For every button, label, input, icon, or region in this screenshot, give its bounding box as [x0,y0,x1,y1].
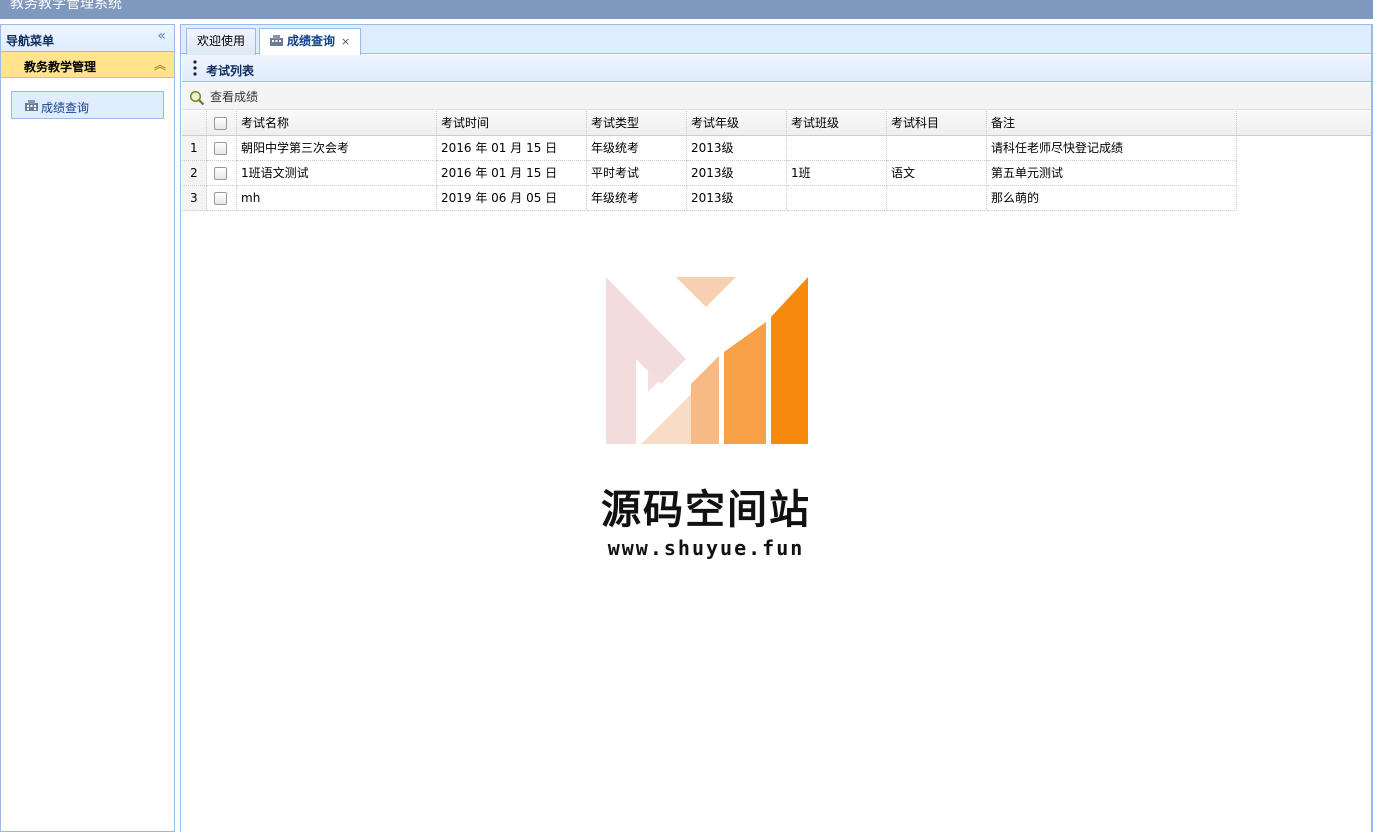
app-title: 教务教学管理系统 [10,0,122,12]
exam-time: 2016 年 01 月 15 日 [437,136,587,161]
row-number: 2 [182,161,207,186]
exam-subject: 语文 [887,161,987,186]
row-select-cell [207,186,237,211]
content-area: 欢迎使用 成绩查询 × 考试列表 查看成绩 考试名称 考试时间 考试类型 考试年… [180,24,1373,832]
exam-name: 1班语文测试 [237,161,437,186]
row-checkbox[interactable] [214,142,227,155]
watermark-url: www.shuyue.fun [607,536,805,560]
column-header[interactable]: 考试科目 [887,111,987,136]
rownum-header [182,111,207,136]
exam-class: 1班 [787,161,887,186]
row-select-cell [207,136,237,161]
search-icon [189,90,205,106]
tab-label: 欢迎使用 [197,34,246,48]
watermark-logo: 源码空间站 www.shuyue.fun [581,274,841,564]
row-number: 1 [182,136,207,161]
more-vertical-icon [193,60,197,76]
exam-class [787,136,887,161]
row-number: 3 [182,186,207,211]
column-header[interactable]: 备注 [987,111,1237,136]
tab-welcome[interactable]: 欢迎使用 [186,28,257,55]
app-header: 教务教学管理系统 [0,0,1373,19]
exam-grade: 2013级 [687,161,787,186]
column-header[interactable]: 考试班级 [787,111,887,136]
column-header[interactable]: 考试时间 [437,111,587,136]
column-header[interactable]: 考试类型 [587,111,687,136]
building-icon [270,35,283,46]
view-scores-button[interactable]: 查看成绩 [189,87,258,107]
sidebar-item-label: 成绩查询 [41,101,90,115]
tab-label: 成绩查询 [287,34,336,48]
watermark-title: 源码空间站 [601,487,811,533]
exam-grade: 2013级 [687,136,787,161]
exam-time: 2019 年 06 月 05 日 [437,186,587,211]
exam-grade: 2013级 [687,186,787,211]
exam-note: 第五单元测试 [987,161,1237,186]
exam-subject [887,136,987,161]
grid-toolbar: 查看成绩 [182,83,1373,110]
collapse-left-icon[interactable]: « [157,28,166,44]
panel-title: 考试列表 [206,64,255,78]
header-filler [1237,111,1373,136]
building-icon [25,100,38,111]
tab-score-query[interactable]: 成绩查询 × [259,28,362,56]
exam-time: 2016 年 01 月 15 日 [437,161,587,186]
panel-header: 考试列表 [182,55,1373,82]
tab-strip: 欢迎使用 成绩查询 × [181,24,1373,56]
accordion-title: 教务教学管理 [24,60,97,74]
row-checkbox[interactable] [214,167,227,180]
accordion-header[interactable]: 教务教学管理 ︽ [1,52,174,78]
exam-name: mh [237,186,437,211]
logo-mark-icon [606,277,808,444]
exam-note: 那么萌的 [987,186,1237,211]
exam-class [787,186,887,211]
select-all-checkbox[interactable] [214,117,227,130]
select-all-cell [207,111,237,136]
row-checkbox[interactable] [214,192,227,205]
nav-header: 导航菜单 « [1,25,174,52]
exam-note: 请科任老师尽快登记成绩 [987,136,1237,161]
exam-type: 平时考试 [587,161,687,186]
exam-type: 年级统考 [587,186,687,211]
exam-subject [887,186,987,211]
exam-type: 年级统考 [587,136,687,161]
chevron-up-icon[interactable]: ︽ [154,56,166,73]
close-icon[interactable]: × [341,35,350,48]
view-scores-label: 查看成绩 [210,90,259,104]
exam-name: 朝阳中学第三次会考 [237,136,437,161]
column-header[interactable]: 考试名称 [237,111,437,136]
nav-panel: 导航菜单 « 教务教学管理 ︽ 成绩查询 [0,24,175,832]
row-select-cell [207,161,237,186]
sidebar-item-score-query[interactable]: 成绩查询 [11,91,164,119]
column-header[interactable]: 考试年级 [687,111,787,136]
nav-title: 导航菜单 [6,34,55,48]
